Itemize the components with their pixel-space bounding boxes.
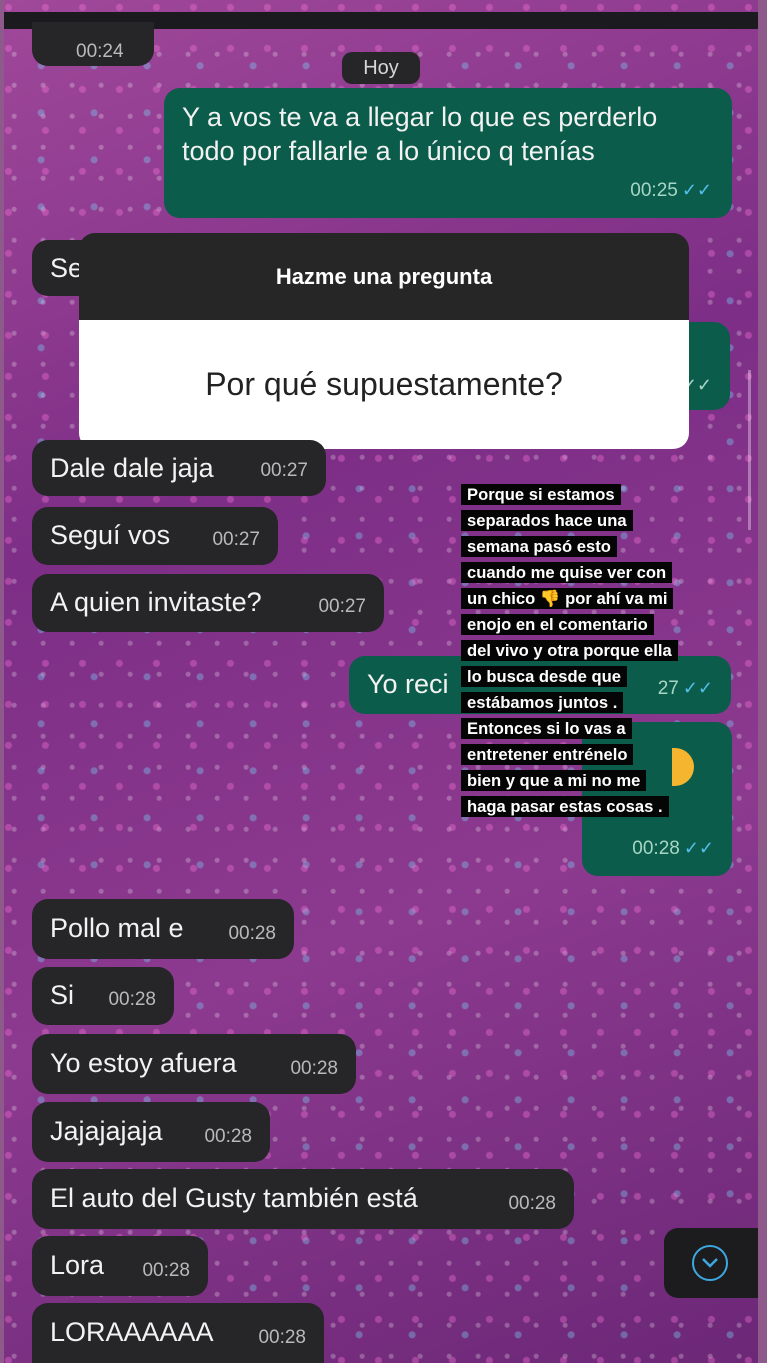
message-incoming[interactable]: Pollo mal e 00:28 — [32, 899, 294, 959]
message-text: Lora — [50, 1250, 105, 1280]
message-text: Dale dale jaja — [50, 453, 214, 483]
message-time: 00:28 — [108, 989, 156, 1010]
message-incoming[interactable]: Jajajajaja 00:28 — [32, 1102, 270, 1162]
message-text: Si — [50, 980, 75, 1010]
message-time: 00:28 — [204, 1126, 252, 1147]
caption-line: del vivo y otra porque ella — [461, 640, 678, 661]
caption-line: cuando me quise ver con — [461, 562, 673, 583]
question-sticker-question: Por qué supuestamente? — [79, 320, 689, 449]
caption-line: enojo en el comentario — [461, 614, 654, 635]
caption-line: Porque si estamos — [461, 484, 621, 505]
message-text: Yo estoy afuera — [50, 1048, 237, 1078]
question-sticker-header: Hazme una pregunta — [79, 233, 689, 320]
message-text: El auto del Gusty también está — [50, 1183, 418, 1213]
message-time: 00:28 — [290, 1058, 338, 1079]
caption-line: haga pasar estas cosas . — [461, 796, 669, 817]
caption-line: estábamos juntos . — [461, 692, 624, 713]
message-incoming[interactable]: Lora 00:28 — [32, 1236, 208, 1296]
message-time: 00:24 — [76, 41, 124, 62]
message-time-value: 00:28 — [632, 838, 680, 859]
message-incoming[interactable]: El auto del Gusty también está 00:28 — [32, 1169, 574, 1229]
caption-line: bien y que a mi no me — [461, 770, 647, 791]
message-incoming[interactable]: A quien invitaste? 00:27 — [32, 574, 384, 632]
message-time: 00:28 — [142, 1260, 190, 1281]
caption-line: lo busca desde que — [461, 666, 627, 687]
message-text: A quien invitaste? — [50, 587, 262, 617]
caption-line: un chico 👎 por ahí va mi — [461, 588, 674, 609]
question-sticker: Hazme una pregunta Por qué supuestamente… — [79, 233, 689, 449]
caption-line: entretener entrénelo — [461, 744, 634, 765]
message-text: LORAAAAAA — [50, 1317, 214, 1347]
double-check-icon: ✓✓ — [681, 180, 712, 200]
caption-line: Entonces si lo vas a — [461, 718, 632, 739]
message-time: 00:28 — [228, 923, 276, 944]
message-time: 00:28 — [508, 1193, 556, 1214]
caption-line: semana pasó esto — [461, 536, 617, 557]
caption-line: separados hace una — [461, 510, 633, 531]
message-time: 00:25 ✓✓ — [630, 173, 712, 208]
message-time: 00:27 — [260, 460, 308, 481]
message-incoming[interactable]: LORAAAAAA 00:28 — [32, 1303, 324, 1363]
message-text: Pollo mal e — [50, 913, 184, 943]
date-chip: Hoy — [342, 52, 420, 84]
message-outgoing[interactable]: Y a vos te va a llegar lo que es perderl… — [164, 88, 732, 218]
story-caption: Porque si estamos separados hace una sem… — [461, 482, 711, 820]
message-incoming[interactable]: Seguí vos 00:27 — [32, 507, 278, 565]
double-check-icon: ✓✓ — [683, 838, 714, 858]
message-text: Jajajajaja — [50, 1116, 163, 1146]
message-time: 00:28 ✓✓ — [632, 831, 714, 866]
message-time: 00:27 — [318, 596, 366, 617]
message-text: Yo reci — [367, 669, 449, 699]
message-incoming[interactable]: Dale dale jaja 00:27 — [32, 440, 326, 496]
message-text: Seguí vos — [50, 520, 171, 550]
message-incoming[interactable]: Yo estoy afuera 00:28 — [32, 1034, 356, 1094]
scroll-to-bottom-button[interactable] — [664, 1228, 758, 1298]
message-text: Y a vos te va a llegar lo que es perderl… — [182, 102, 658, 166]
message-time: 00:27 — [212, 529, 260, 550]
message-time: 00:28 — [258, 1327, 306, 1348]
message-incoming[interactable]: 00:24 — [32, 22, 154, 66]
message-incoming[interactable]: Si 00:28 — [32, 967, 174, 1025]
message-time-value: 00:25 — [630, 180, 678, 201]
chevron-down-icon — [692, 1245, 728, 1281]
scroll-indicator — [748, 370, 751, 530]
